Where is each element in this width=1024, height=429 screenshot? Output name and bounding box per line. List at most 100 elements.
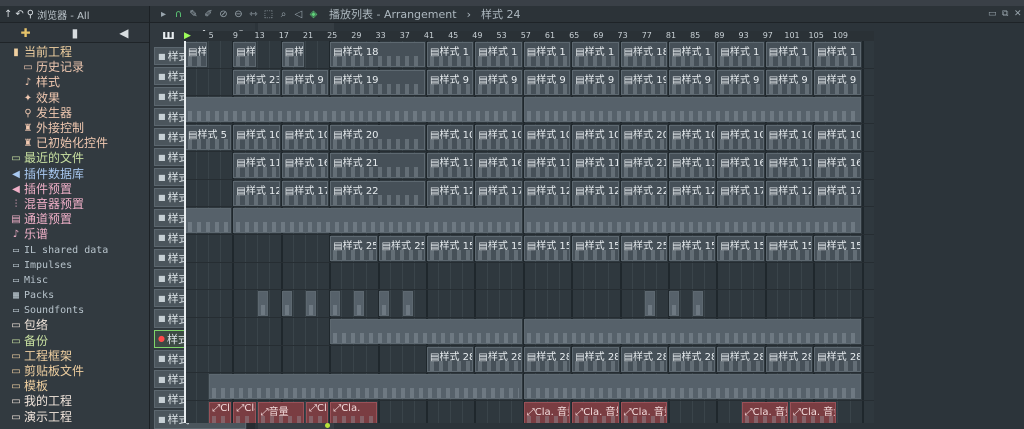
pattern-clip[interactable]: ▤样式 10 [669, 125, 716, 151]
pattern-clip[interactable]: ▤样式 28 [669, 346, 716, 372]
pattern-clip[interactable]: ▤样式 1 [427, 42, 474, 67]
zoom-icon[interactable]: ⌕ [278, 9, 289, 20]
pattern-clip[interactable]: ▤样式 9 [717, 69, 764, 95]
pattern-clip[interactable] [209, 374, 522, 400]
pattern-clip[interactable]: ▤样式 12 [233, 180, 280, 206]
browser-item[interactable]: ✦ 效果 [0, 91, 149, 106]
pattern-clip[interactable] [523, 374, 861, 400]
playback-icon[interactable]: ◁ [293, 9, 304, 20]
song-start-marker[interactable]: ▶ [184, 31, 191, 41]
pattern-clip[interactable]: ▤样式 11 [669, 152, 716, 178]
pattern-clip[interactable]: ▤样式 11 [572, 152, 619, 178]
browser-item[interactable]: ▭ 备份 [0, 334, 149, 349]
automation-clip[interactable]: ⤢音量 [257, 402, 304, 423]
pattern-clip[interactable]: ▤样式 9 [427, 69, 474, 95]
pattern-clip[interactable] [378, 291, 389, 317]
pattern-clip[interactable]: ▤样式 1 [814, 42, 861, 67]
pattern-clip[interactable]: ▤样式 17 [717, 180, 764, 206]
pattern-clip[interactable]: ▤样式 9 [475, 69, 522, 95]
browser-item[interactable]: ▭ IL shared data [0, 242, 149, 257]
pattern-clip[interactable] [306, 291, 317, 317]
pattern-clip[interactable]: ▤样式 9 [814, 69, 861, 95]
playhead[interactable] [184, 41, 186, 423]
pattern-clip[interactable]: ▤样式 20 [620, 125, 667, 151]
browser-item[interactable]: ▭ Impulses [0, 258, 149, 273]
undo-icon[interactable]: ↶ [15, 9, 23, 20]
pattern-clip[interactable]: ▤样式 10 [523, 125, 571, 151]
select-icon[interactable]: ⬚ [263, 9, 274, 20]
automation-clip[interactable]: ⤢Cla. [209, 402, 232, 423]
search-icon[interactable]: ⚲ [27, 9, 34, 20]
pattern-clip[interactable]: ▤样式 17 [475, 180, 522, 206]
pattern-clip[interactable]: ▤样式 16 [814, 152, 861, 178]
automation-clip[interactable]: ⤢Cla. 音量 [620, 402, 667, 423]
pattern-clip[interactable] [281, 291, 292, 317]
browser-item[interactable]: ◀ 插件数据库 [0, 167, 149, 182]
browser-item[interactable]: ▭ 历史记录 [0, 60, 149, 75]
automation-clip[interactable]: ⤢Cla. [233, 402, 256, 423]
pattern-clip[interactable]: ▤样式 11 [427, 152, 474, 178]
pattern-clip[interactable]: ▤样式 23 [233, 69, 280, 95]
file-icon[interactable]: ▮ [72, 26, 79, 40]
pattern-clip[interactable]: ▤样式 9 [523, 69, 571, 95]
pattern-clip[interactable] [644, 291, 655, 317]
pattern-clip[interactable]: ▤样式 28 [427, 346, 474, 372]
browser-item[interactable]: ▭ 剪贴板文件 [0, 364, 149, 379]
pattern-clip[interactable]: ▤样式 12 [427, 180, 474, 206]
pattern-clip[interactable]: ▤样式 1 [572, 42, 619, 67]
pattern-clip[interactable] [354, 291, 365, 317]
current-pattern-label[interactable]: 样式 24 [481, 6, 521, 22]
arrangement-grid[interactable]: ▤样式 3▤样式 1▤样式 1▤样式 18▤样式 1▤样式 1▤样式 1▤样式 … [184, 41, 874, 423]
add-folder-icon[interactable]: ✚ [21, 26, 31, 40]
pattern-clip[interactable] [523, 319, 861, 344]
pattern-clip[interactable]: ▤样式 15 [717, 235, 764, 261]
browser-item[interactable]: ▭ Misc [0, 273, 149, 288]
pattern-clip[interactable]: ▤样式 1 [281, 42, 304, 67]
pattern-clip[interactable]: ▤样式 12 [523, 180, 571, 206]
pattern-clip[interactable] [257, 291, 268, 317]
pattern-clip[interactable]: ▤样式 10 [281, 125, 329, 151]
pattern-clip[interactable]: ▤样式 16 [475, 152, 522, 178]
browser-item[interactable]: ♜ 外接控制 [0, 121, 149, 136]
browser-item[interactable]: ▭ Soundfonts [0, 303, 149, 318]
pattern-clip[interactable]: ▤样式 10 [717, 125, 764, 151]
pattern-clip[interactable]: ▤样式 17 [814, 180, 861, 206]
pattern-clip[interactable]: ▤样式 9 [281, 69, 329, 95]
pattern-clip[interactable] [330, 291, 341, 317]
pattern-clip[interactable]: ▤样式 1 [475, 42, 522, 67]
pattern-clip[interactable]: ▤样式 15 [427, 235, 474, 261]
pattern-clip[interactable] [330, 319, 522, 344]
pattern-clip[interactable]: ▤样式 21 [620, 152, 667, 178]
arrow-up-icon[interactable]: ↑ [4, 9, 12, 20]
pattern-clip[interactable]: ▤样式 25 [378, 235, 425, 261]
browser-item[interactable]: ♪ 样式 [0, 75, 149, 90]
pattern-clip[interactable]: ▤样式 21 [330, 152, 425, 178]
browser-item[interactable]: ▮ 当前工程 [0, 45, 149, 60]
speaker-icon[interactable]: ◀ [119, 26, 128, 40]
menu-arrow-icon[interactable]: ▸ [158, 9, 169, 20]
pattern-clip[interactable]: ▤样式 28 [620, 346, 667, 372]
automation-clip[interactable]: ⤢Cla. 音量 [741, 402, 788, 423]
pattern-clip[interactable]: ▤样式 10 [233, 125, 280, 151]
pattern-clip[interactable]: ▤样式 9 [669, 69, 716, 95]
pattern-clip[interactable]: ▤样式 19 [620, 69, 667, 95]
pattern-clip[interactable] [523, 208, 861, 234]
pattern-clip[interactable]: ▤样式 10 [765, 125, 813, 151]
pattern-clip[interactable]: ▤样式 28 [523, 346, 571, 372]
browser-item[interactable]: ▭ 最近的文件 [0, 151, 149, 166]
browser-item[interactable]: ◀ 插件预置 [0, 182, 149, 197]
delete-icon[interactable]: ⊘ [218, 9, 229, 20]
browser-item[interactable]: ♪ 乐谱 [0, 227, 149, 242]
pattern-clip[interactable]: ▤样式 11 [523, 152, 571, 178]
pattern-clip[interactable]: ▤样式 3 [185, 42, 208, 67]
pattern-clip[interactable] [523, 97, 861, 123]
pattern-clip[interactable]: ▤样式 16 [281, 152, 329, 178]
pattern-clip[interactable]: ▤样式 17 [281, 180, 329, 206]
browser-item[interactable]: ⫶ 混音器预置 [0, 197, 149, 212]
pattern-clip[interactable]: ▤样式 28 [765, 346, 813, 372]
browser-item[interactable]: ▭ 模板 [0, 379, 149, 394]
pattern-clip[interactable]: ▤样式 15 [475, 235, 522, 261]
browser-item[interactable]: ▭ 演示工程 [0, 410, 149, 425]
browser-item[interactable]: ▦ Packs [0, 288, 149, 303]
automation-clip[interactable]: ⤢Cla. 音量 [572, 402, 619, 423]
